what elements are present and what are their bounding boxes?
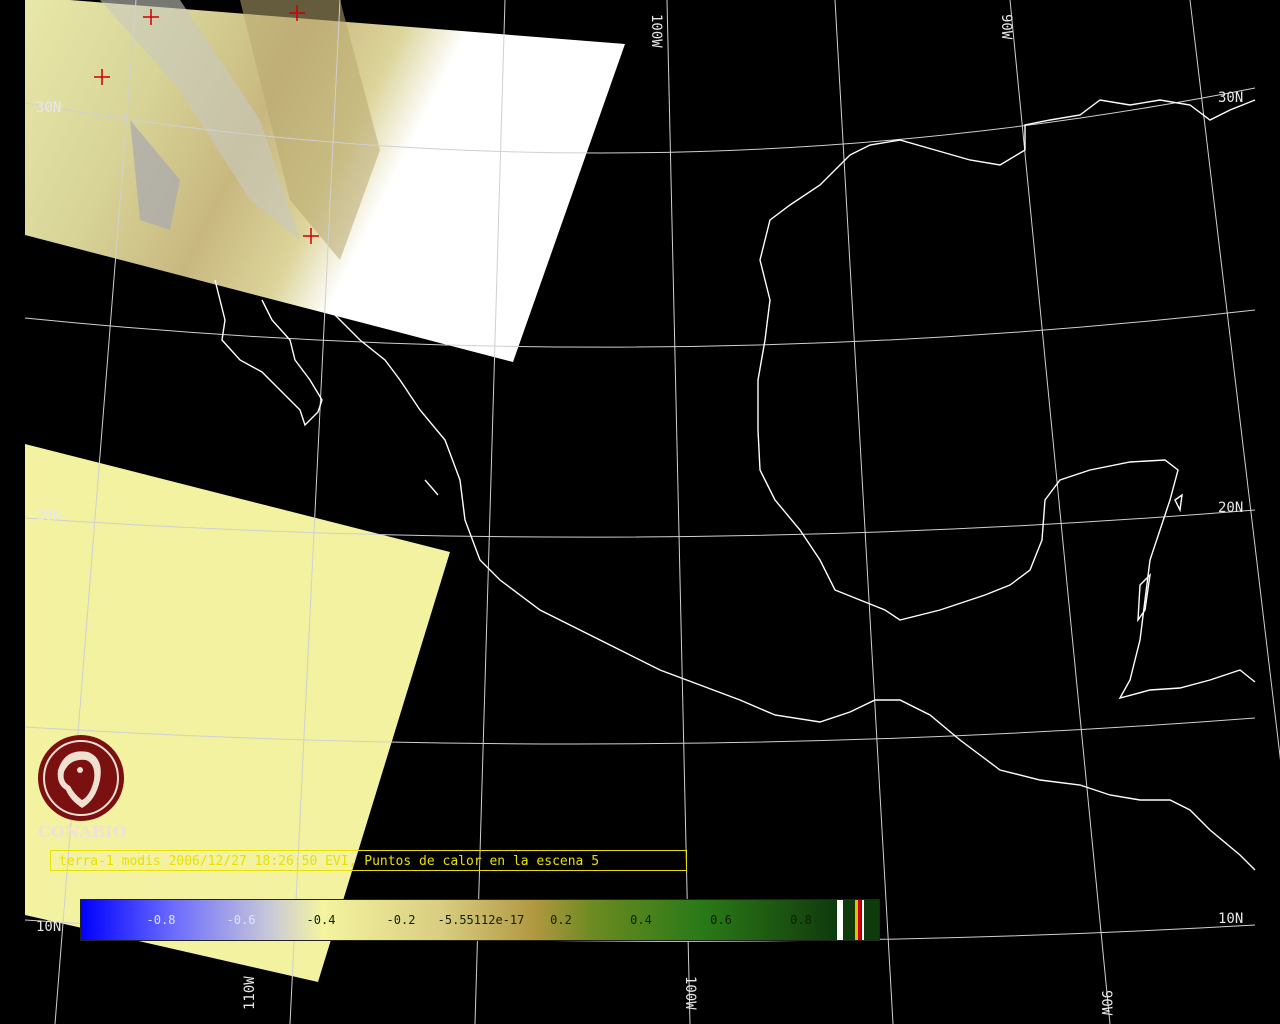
colorbar-tick-label: -0.6 — [226, 913, 256, 927]
latitude-label-20n-east: 20N — [1218, 500, 1243, 516]
conabio-macaw-logo-icon — [38, 735, 124, 821]
latitude-label-30n-east: 30N — [1218, 90, 1243, 106]
longitude-label-100w-bottom: 100W — [682, 976, 698, 1010]
colorbar-tick-label: -0.8 — [146, 913, 176, 927]
longitude-label-90w-bottom: 90W — [1098, 990, 1114, 1016]
latitude-label-10n: 10N — [36, 919, 61, 935]
colorbar-tick-label: 0.4 — [630, 913, 652, 927]
longitude-label-90w-top: 90W — [998, 14, 1014, 40]
colorbar-tick-label: 0.2 — [550, 913, 572, 927]
colorbar-tick-label: 0.8 — [790, 913, 812, 927]
latitude-label-20n: 20N — [36, 508, 61, 524]
colorbar-tick-label: -0.2 — [386, 913, 416, 927]
latitude-label-30n: 30N — [36, 100, 61, 116]
conabio-logo-text: CONABIO — [38, 822, 127, 841]
longitude-label-100w-top: 100W — [648, 14, 664, 48]
longitude-label-110w-bottom: 110W — [242, 976, 258, 1010]
scene-caption: terra-1 modis 2006/12/27 18:26:50 EVI, P… — [50, 850, 687, 871]
colorbar-tick-label: -5.55112e-17 — [437, 913, 525, 927]
colorbar-tick-label: 0.6 — [710, 913, 732, 927]
evi-colorbar: -0.8 -0.6 -0.4 -0.2 -5.55112e-17 0.2 0.4… — [80, 899, 880, 941]
latitude-label-10n-east: 10N — [1218, 911, 1243, 927]
colorbar-tick-label: -0.4 — [306, 913, 336, 927]
